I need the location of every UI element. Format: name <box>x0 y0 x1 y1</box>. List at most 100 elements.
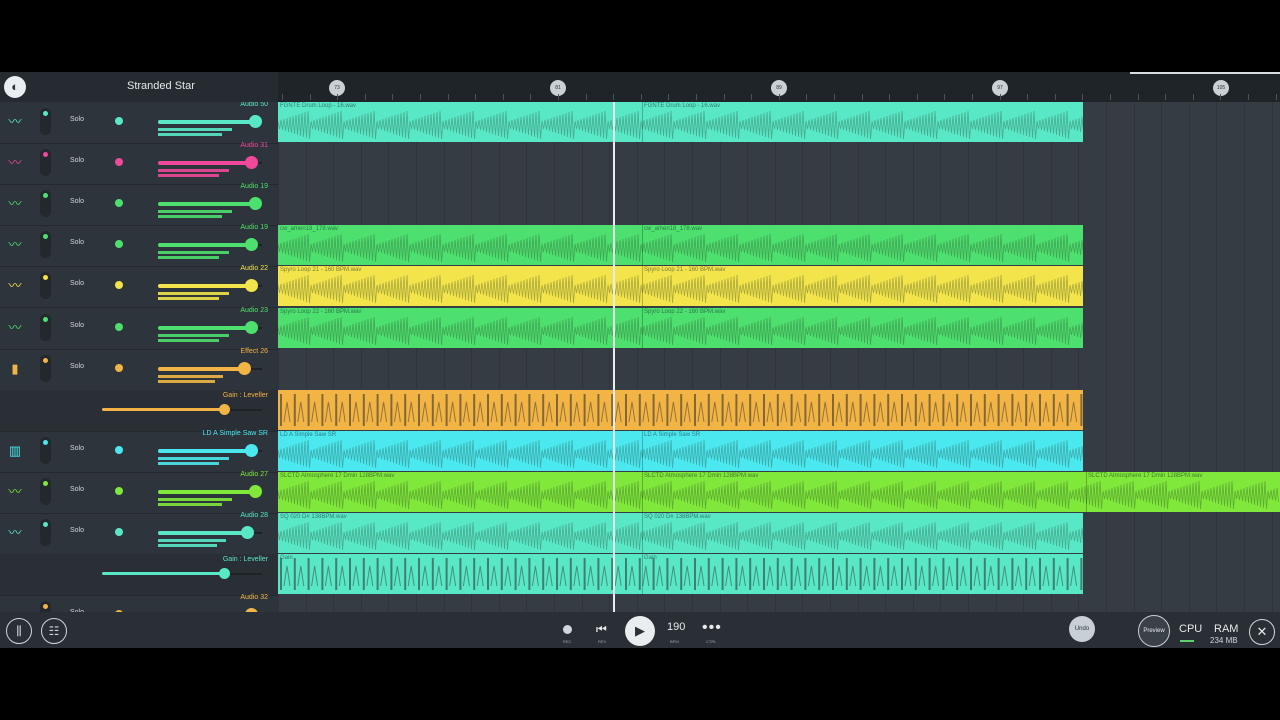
channel-rack-icon[interactable]: ☷ <box>41 618 67 644</box>
mute-toggle[interactable] <box>40 355 51 382</box>
playlist-clip[interactable]: FGNTE Drum Loop - 16.wav FGNTE Drum Loop … <box>278 102 1083 142</box>
track-row[interactable]: 〰 Solo Audio 22 <box>0 265 278 308</box>
level-meter <box>158 457 229 460</box>
ruler-tick <box>834 94 835 100</box>
automation-waveform <box>280 394 1083 426</box>
mute-toggle[interactable] <box>40 437 51 464</box>
mute-toggle[interactable] <box>40 272 51 299</box>
track-row[interactable]: 〰 Solo Audio 19 <box>0 183 278 226</box>
gain-slider-thumb[interactable] <box>219 568 230 579</box>
mute-toggle[interactable] <box>40 601 51 612</box>
playlist-clip[interactable]: cw_amen18_178.wav cw_amen18_178.wav <box>278 225 1083 265</box>
ruler-tick <box>724 94 725 100</box>
volume-slider-thumb[interactable] <box>241 526 254 539</box>
automation-track-row[interactable]: Gain : Leveller <box>0 554 278 596</box>
track-row[interactable]: ▮ Solo Effect 26 <box>0 348 278 391</box>
mixer-icon[interactable]: ⫼ <box>6 618 32 644</box>
mute-toggle[interactable] <box>40 190 51 217</box>
playlist-clip[interactable]: Gain Gain <box>278 554 1083 594</box>
volume-slider-thumb[interactable] <box>245 156 258 169</box>
undo-button[interactable]: Undo <box>1069 616 1095 642</box>
playlist-clip[interactable]: SQ 020 D# 138BPM.wav SQ 020 D# 138BPM.wav <box>278 513 1083 553</box>
pan-knob[interactable] <box>115 323 123 331</box>
rewind-icon[interactable]: ⏮ <box>596 622 607 637</box>
volume-slider-thumb[interactable] <box>245 238 258 251</box>
ruler-tick <box>475 94 476 100</box>
preview-button[interactable]: Preview <box>1138 615 1170 647</box>
volume-slider-thumb[interactable] <box>249 115 262 128</box>
volume-slider-thumb[interactable] <box>245 279 258 292</box>
solo-button[interactable]: Solo <box>70 322 84 329</box>
pan-knob[interactable] <box>115 240 123 248</box>
mute-toggle[interactable] <box>40 231 51 258</box>
waveform-icon: 〰 <box>8 155 22 170</box>
track-row[interactable]: 〰 Solo Audio 27 <box>0 471 278 514</box>
playlist-clip[interactable]: LD A Simple Saw SR LD A Simple Saw SR <box>278 431 1083 471</box>
solo-button[interactable]: Solo <box>70 445 84 452</box>
gain-slider-thumb[interactable] <box>219 404 230 415</box>
volume-slider-thumb[interactable] <box>249 197 262 210</box>
tempo-value[interactable]: 190 <box>667 621 685 633</box>
solo-button[interactable]: Solo <box>70 280 84 287</box>
mute-toggle[interactable] <box>40 314 51 341</box>
volume-slider-thumb[interactable] <box>249 485 262 498</box>
pan-knob[interactable] <box>115 487 123 495</box>
timeline-ruler[interactable]: 73 81 89 97 105 <box>278 72 1280 102</box>
record-button[interactable] <box>563 625 572 634</box>
track-row[interactable]: 〰 Solo Audio 28 <box>0 512 278 555</box>
playlist-area[interactable]: FGNTE Drum Loop - 16.wav FGNTE Drum Loop … <box>278 102 1280 612</box>
mute-toggle[interactable] <box>40 478 51 505</box>
playlist-clip[interactable]: Spyro Loop 22 - 160 BPM.wav Spyro Loop 22… <box>278 308 1083 348</box>
playlist-clip[interactable]: SLCTD Atmosphere 17 Dmin 128BPM.wav SLCTD… <box>278 472 1280 512</box>
solo-button[interactable]: Solo <box>70 239 84 246</box>
bpm-label: BPM <box>670 639 679 644</box>
playhead[interactable] <box>613 102 615 612</box>
automation-track-row[interactable]: Gain : Leveller <box>0 390 278 432</box>
clip-label: FGNTE Drum Loop - 16.wav <box>280 103 357 109</box>
pan-knob[interactable] <box>115 528 123 536</box>
header-bar: ◐ Stranded Star 73 81 89 97 105 <box>0 72 1280 102</box>
play-button[interactable]: ▶ <box>625 616 655 646</box>
solo-button[interactable]: Solo <box>70 157 84 164</box>
track-row[interactable]: 〰 Solo Audio 50 <box>0 102 278 144</box>
loop-region[interactable] <box>1130 72 1280 74</box>
audio-waveform <box>278 522 1083 550</box>
ruler-tick <box>1110 94 1111 100</box>
solo-button[interactable]: Solo <box>70 198 84 205</box>
ruler-tick <box>1276 94 1277 100</box>
fl-logo-icon[interactable]: ◐ <box>4 76 26 98</box>
pan-knob[interactable] <box>115 199 123 207</box>
keys-icon: ▥ <box>8 443 22 458</box>
track-row[interactable]: 〰 Solo Audio 23 <box>0 307 278 350</box>
close-icon[interactable]: ✕ <box>1249 619 1275 645</box>
volume-slider-thumb[interactable] <box>245 444 258 457</box>
solo-button[interactable]: Solo <box>70 116 84 123</box>
solo-button[interactable]: Solo <box>70 486 84 493</box>
volume-slider-thumb[interactable] <box>245 321 258 334</box>
volume-slider-thumb[interactable] <box>238 362 251 375</box>
pan-knob[interactable] <box>115 281 123 289</box>
level-meter <box>158 339 219 342</box>
solo-button[interactable]: Solo <box>70 527 84 534</box>
pan-knob[interactable] <box>115 158 123 166</box>
bar-marker[interactable]: 105 <box>1213 80 1229 96</box>
ruler-tick <box>586 94 587 100</box>
ruler-tick <box>1248 94 1249 100</box>
pan-knob[interactable] <box>115 364 123 372</box>
track-row[interactable]: ▥ Solo LD A Simple Saw SR <box>0 430 278 473</box>
clip-label: SLCTD Atmosphere 17 Dmin 128BPM.wav <box>280 473 395 479</box>
mute-toggle[interactable] <box>40 519 51 546</box>
more-options-icon[interactable]: ••• <box>702 619 722 637</box>
mute-toggle[interactable] <box>40 108 51 135</box>
playlist-clip[interactable]: Spyro Loop 21 - 160 BPM.wav Spyro Loop 21… <box>278 266 1083 306</box>
pan-knob[interactable] <box>115 117 123 125</box>
track-row[interactable]: 〰 Solo Audio 31 <box>0 142 278 185</box>
clip-label: Spyro Loop 22 - 160 BPM.wav <box>644 309 726 315</box>
solo-button[interactable]: Solo <box>70 363 84 370</box>
track-row[interactable]: 〰 Solo Audio 32 <box>0 594 278 612</box>
volume-slider-fill <box>158 243 252 247</box>
playlist-clip[interactable] <box>278 390 1083 430</box>
mute-toggle[interactable] <box>40 149 51 176</box>
track-row[interactable]: 〰 Solo Audio 19 <box>0 224 278 267</box>
pan-knob[interactable] <box>115 446 123 454</box>
